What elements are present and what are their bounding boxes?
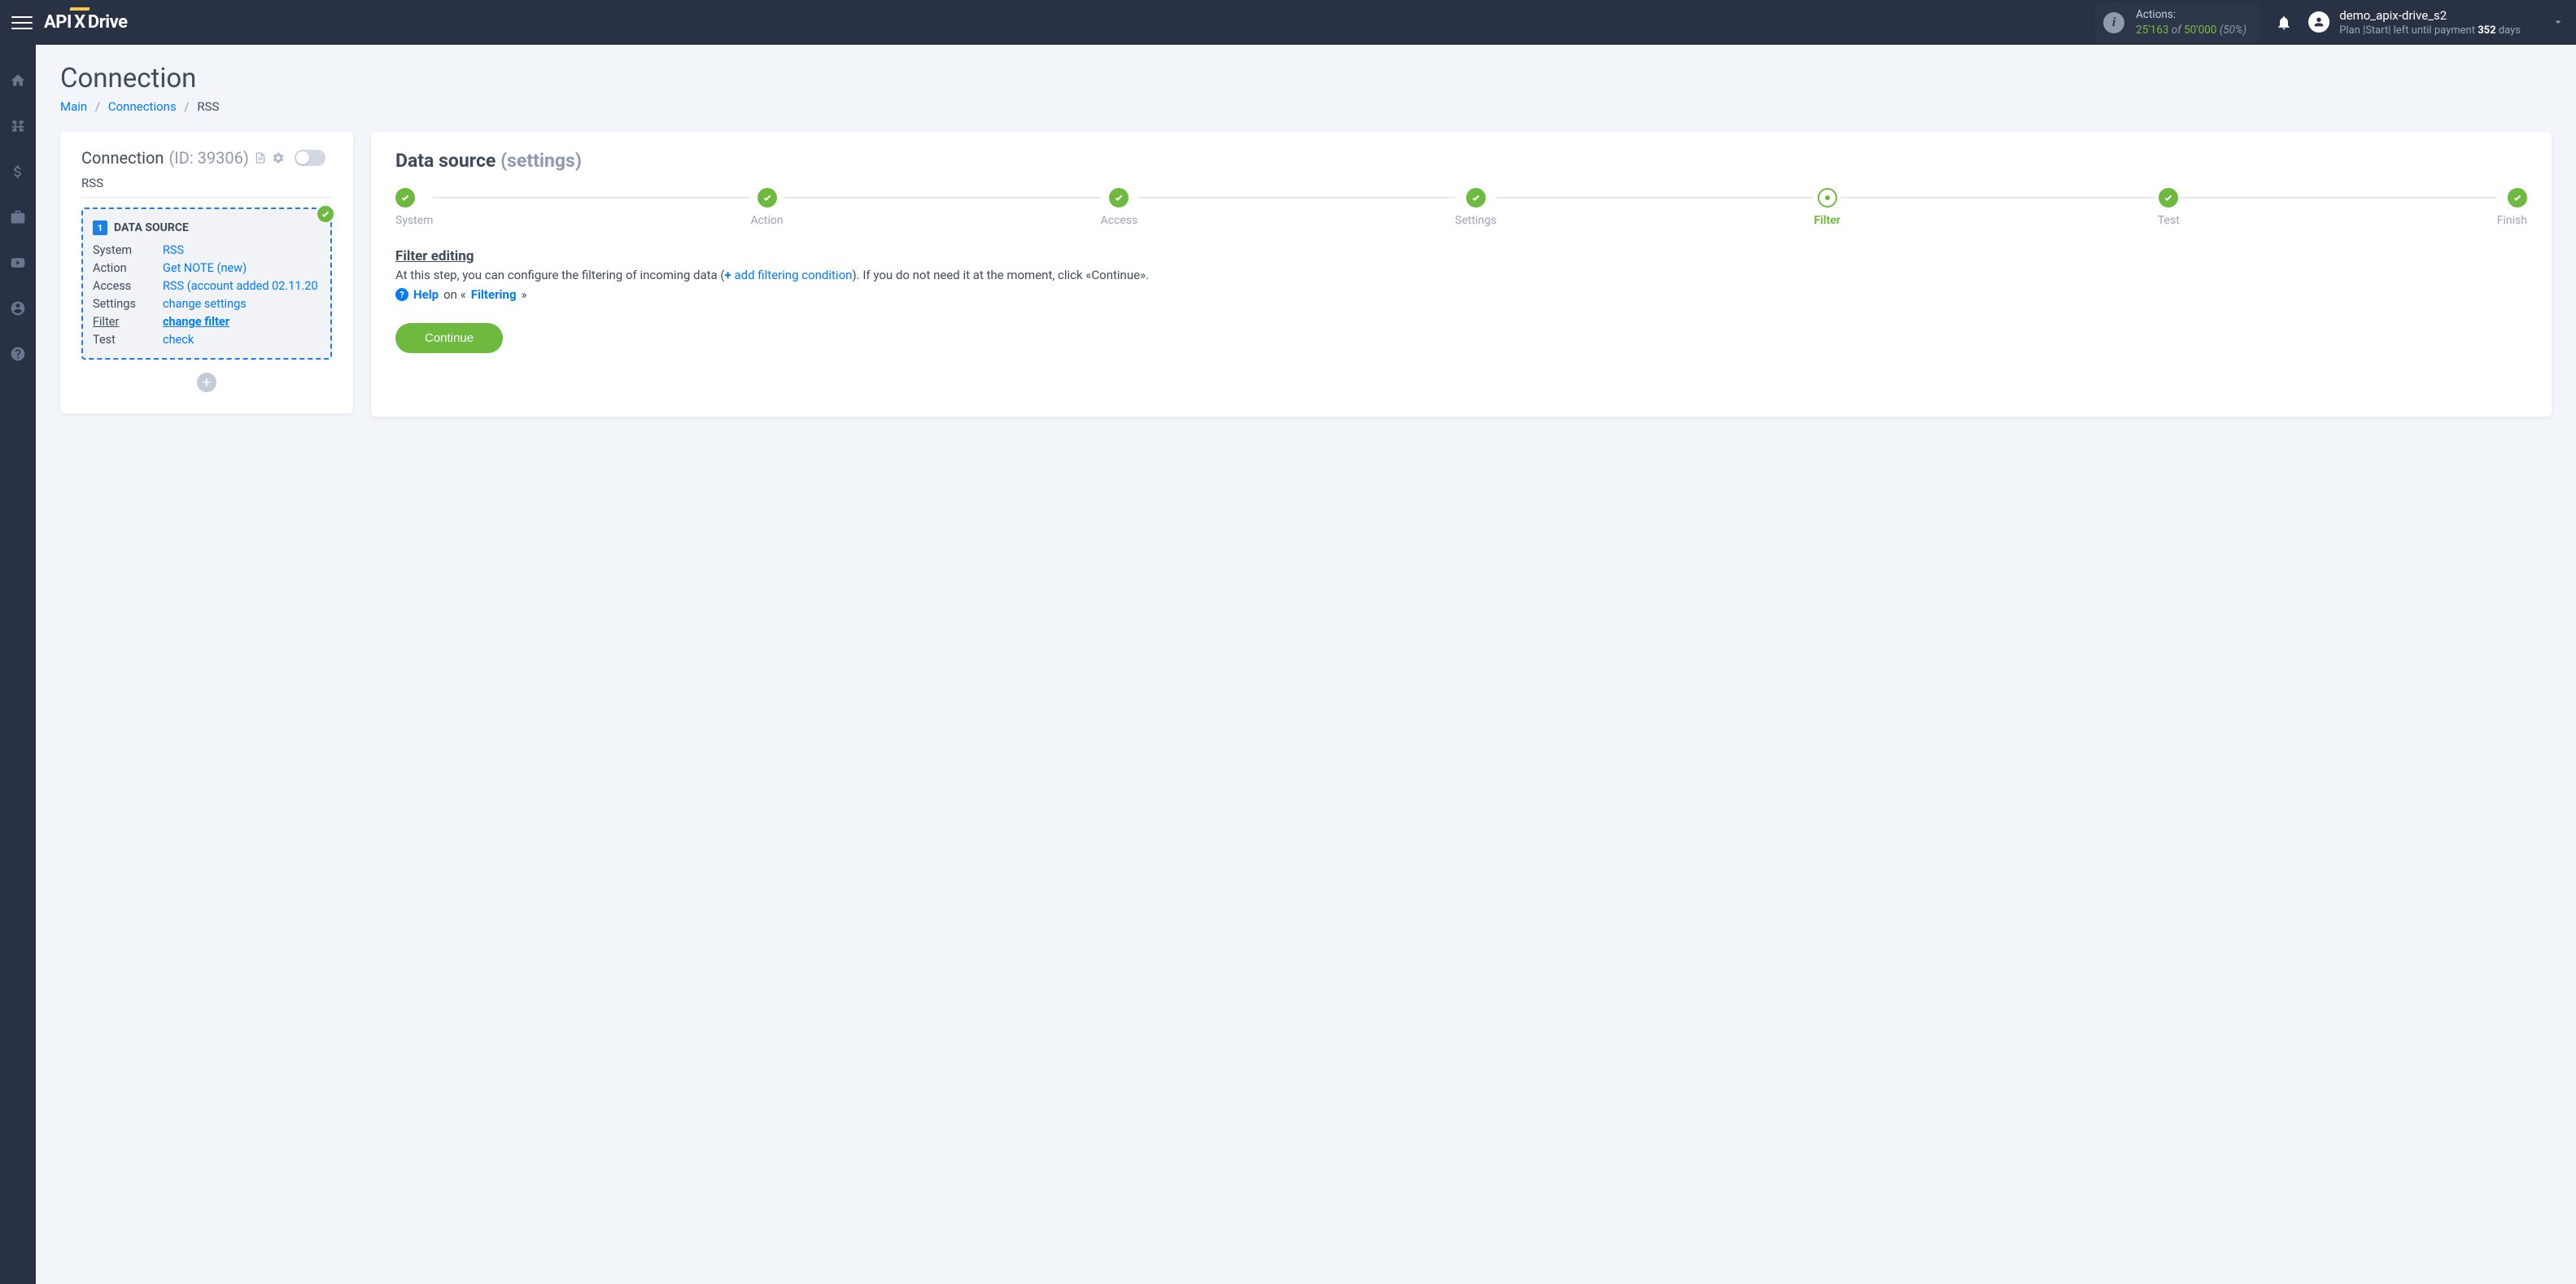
- data-source-settings-card: Data source (settings) System Action Acc…: [371, 132, 2552, 417]
- user-menu[interactable]: demo_apix-drive_s2 Plan |Start| left unt…: [2308, 7, 2565, 38]
- connection-id: (ID: 39306): [168, 148, 248, 168]
- breadcrumb: Main / Connections / RSS: [60, 99, 2552, 114]
- notifications-icon[interactable]: [2276, 15, 2292, 31]
- actions-of: of: [2172, 24, 2181, 37]
- logo-text-api: API: [44, 12, 72, 33]
- logo-text-x: X: [72, 12, 88, 33]
- username: demo_apix-drive_s2: [2339, 7, 2521, 24]
- breadcrumb-current: RSS: [197, 99, 219, 114]
- help-topic-link[interactable]: Filtering: [471, 287, 517, 302]
- ds-settings-label: Settings: [93, 297, 163, 311]
- sidebar-connections-icon[interactable]: [0, 113, 36, 139]
- step-access[interactable]: Access: [1101, 188, 1138, 227]
- connection-toggle[interactable]: [295, 150, 325, 166]
- actions-label: Actions:: [2136, 7, 2246, 22]
- ds-test-val[interactable]: check: [163, 333, 194, 347]
- data-source-check-icon: [316, 204, 335, 224]
- ds-system-label: System: [93, 243, 163, 257]
- continue-button[interactable]: Continue: [395, 323, 503, 353]
- ds-settings-val[interactable]: change settings: [163, 297, 247, 311]
- add-filtering-condition-link[interactable]: add filtering condition: [734, 268, 852, 282]
- step-system[interactable]: System: [395, 188, 433, 227]
- actions-pct: (50%): [2220, 24, 2246, 37]
- actions-total: 50'000: [2184, 24, 2216, 37]
- data-source-number: 1: [93, 221, 107, 235]
- step-test[interactable]: Test: [2158, 188, 2180, 227]
- main-content: Connection Main / Connections / RSS Conn…: [36, 45, 2576, 1284]
- help-row: ? Help on «Filtering»: [395, 287, 2527, 302]
- ds-access-label: Access: [93, 279, 163, 293]
- connection-summary-card: Connection (ID: 39306) RSS 1 DATA SOURCE: [60, 132, 353, 413]
- sidebar-help-icon[interactable]: [0, 341, 36, 367]
- user-avatar-icon: [2308, 11, 2329, 33]
- help-question-icon: ?: [395, 288, 408, 301]
- filter-editing-title: Filter editing: [395, 248, 2527, 264]
- sidebar-home-icon[interactable]: [0, 68, 36, 94]
- ds-filter-val[interactable]: change filter: [163, 315, 229, 329]
- connection-title: Connection: [81, 148, 164, 168]
- ds-test-label: Test: [93, 333, 163, 347]
- plus-icon: +: [725, 268, 735, 282]
- step-finish[interactable]: Finish: [2497, 188, 2527, 227]
- info-icon: i: [2103, 12, 2124, 33]
- notes-icon[interactable]: [254, 151, 267, 164]
- help-link[interactable]: Help: [413, 287, 439, 302]
- connection-subtitle: RSS: [81, 176, 332, 198]
- sidebar-billing-icon[interactable]: [0, 159, 36, 185]
- actions-used: 25'163: [2136, 24, 2168, 37]
- logo-text-drive: Drive: [88, 12, 128, 33]
- plan-info: Plan |Start| left until payment 352 days: [2339, 24, 2521, 38]
- ds-access-val[interactable]: RSS (account added 02.11.20: [163, 279, 318, 293]
- data-source-box: 1 DATA SOURCE System RSS Action Get NOTE…: [81, 207, 332, 360]
- page-title: Connection: [60, 63, 2552, 94]
- left-sidebar: [0, 45, 36, 1284]
- add-destination-button[interactable]: +: [197, 373, 216, 392]
- filter-editing-desc: At this step, you can configure the filt…: [395, 268, 2527, 282]
- sidebar-video-icon[interactable]: [0, 250, 36, 276]
- ds-action-val[interactable]: Get NOTE (new): [163, 261, 247, 275]
- breadcrumb-main[interactable]: Main: [60, 99, 87, 114]
- ds-action-label: Action: [93, 261, 163, 275]
- menu-toggle-icon[interactable]: [11, 12, 33, 33]
- top-header: APIXDrive i Actions: 25'163 of 50'000 (5…: [0, 0, 2576, 45]
- app-logo[interactable]: APIXDrive: [44, 12, 127, 33]
- step-action[interactable]: Action: [750, 188, 783, 227]
- data-source-heading: DATA SOURCE: [114, 221, 189, 234]
- chevron-down-icon[interactable]: [2552, 15, 2565, 28]
- ds-system-val[interactable]: RSS: [163, 243, 184, 257]
- sidebar-services-icon[interactable]: [0, 204, 36, 230]
- step-settings[interactable]: Settings: [1455, 188, 1496, 227]
- ds-settings-title: Data source (settings): [395, 150, 2527, 172]
- breadcrumb-connections[interactable]: Connections: [108, 99, 177, 114]
- actions-counter[interactable]: i Actions: 25'163 of 50'000 (50%): [2095, 2, 2259, 41]
- wizard-stepper: System Action Access Settings Filter Tes…: [395, 188, 2527, 227]
- ds-filter-label: Filter: [93, 315, 163, 329]
- step-filter[interactable]: Filter: [1814, 188, 1840, 227]
- sidebar-profile-icon[interactable]: [0, 295, 36, 321]
- gear-icon[interactable]: [272, 151, 285, 164]
